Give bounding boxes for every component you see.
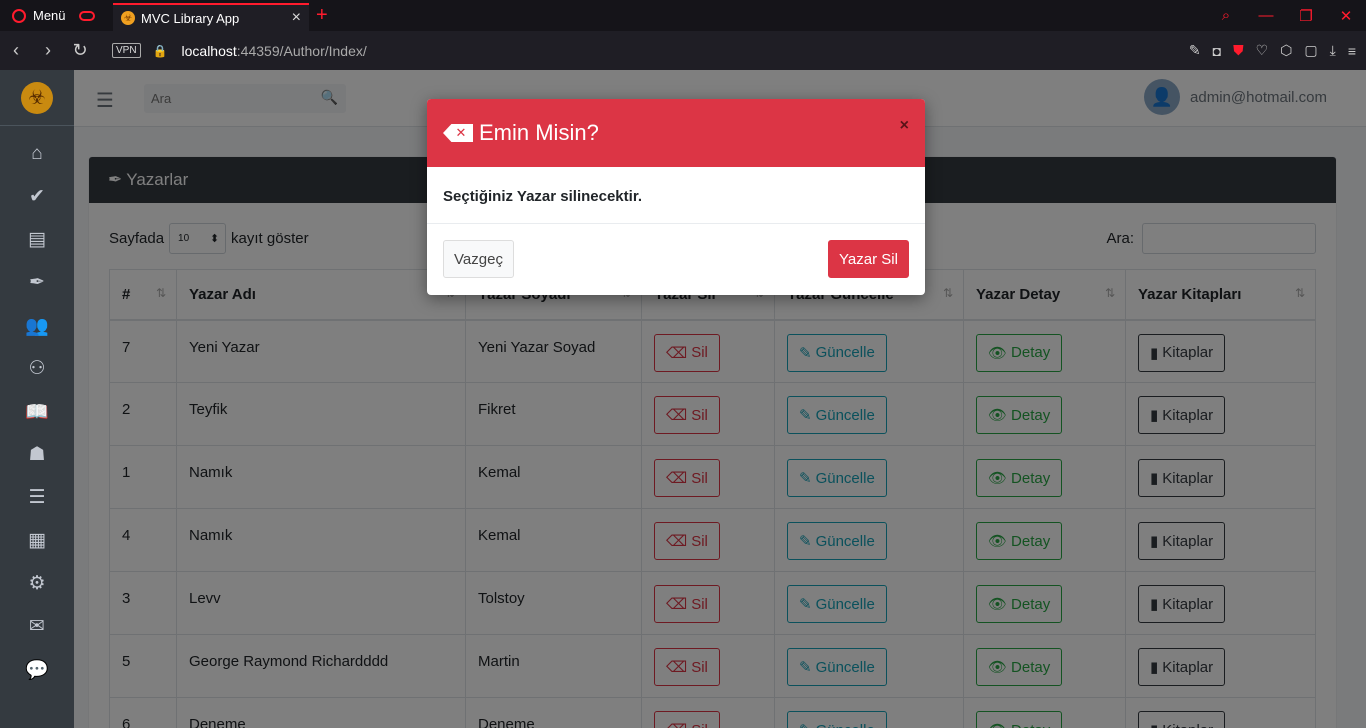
modal-footer: Vazgeç Yazar Sil xyxy=(427,224,925,295)
backspace-icon: ✕ xyxy=(443,124,473,142)
modal-header: ✕ Emin Misin? × xyxy=(427,99,925,167)
camera-icon[interactable]: ◘ xyxy=(1213,43,1221,59)
sidebar-item-books[interactable]: ▤ xyxy=(0,218,74,261)
url-field[interactable]: localhost:44359/Author/Index/ xyxy=(182,43,367,59)
browser-menu-label: Menü xyxy=(33,8,66,23)
users-icon: 👥 xyxy=(25,315,49,337)
address-bar-icons: ✎ ◘ ⛊ ♡ ⬡ ▢ ⤓ ≡ xyxy=(1189,31,1356,70)
box-icon[interactable]: ▢ xyxy=(1304,42,1317,59)
sidebar-item-lending[interactable]: ⚇ xyxy=(0,347,74,390)
browser-tab-active[interactable]: ☣ MVC Library App × xyxy=(113,3,309,31)
home-icon: ⌂ xyxy=(31,142,43,164)
comment-icon: 💬 xyxy=(25,659,49,681)
edit-icon[interactable]: ✎ xyxy=(1189,42,1201,59)
sidebar-item-users[interactable]: 👥 xyxy=(0,304,74,347)
modal-title: ✕ Emin Misin? xyxy=(443,120,599,146)
modal-title-text: Emin Misin? xyxy=(479,120,599,145)
biohazard-icon: ☣ xyxy=(21,81,53,114)
modal-close-button[interactable]: × xyxy=(900,117,909,135)
address-bar: ‹ › ↻ VPN 🔒 localhost:44359/Author/Index… xyxy=(0,31,1366,70)
download-icon[interactable]: ⤓ xyxy=(1330,42,1336,59)
browser-menu-button[interactable]: Menü xyxy=(0,0,107,31)
cube-icon[interactable]: ⬡ xyxy=(1280,42,1292,59)
sidebar-item-reading[interactable]: 📖 xyxy=(0,390,74,433)
confirm-delete-modal: ✕ Emin Misin? × Seçtiğiniz Yazar silinec… xyxy=(427,99,925,295)
search-icon[interactable]: ⌕ xyxy=(1206,7,1246,24)
minimize-icon[interactable]: — xyxy=(1246,7,1286,24)
browser-menu-icon[interactable]: ≡ xyxy=(1348,43,1356,59)
sidebar-item-list[interactable]: ☰ xyxy=(0,476,74,519)
opera-logo-icon xyxy=(12,8,26,23)
browser-tabbar: Menü ☣ MVC Library App × + ⌕ — ❐ ✕ xyxy=(0,0,1366,31)
check-double-icon: ✔ xyxy=(29,186,45,207)
new-tab-icon[interactable]: + xyxy=(316,4,328,27)
adblock-shield-icon[interactable]: ⛊ xyxy=(1233,42,1244,59)
sidebar-item-messages[interactable]: ✉ xyxy=(0,605,74,648)
sidebar-item-home[interactable]: ⌂ xyxy=(0,132,74,175)
restore-icon[interactable]: ❐ xyxy=(1286,7,1326,25)
sidebar-item-reader[interactable]: ☗ xyxy=(0,433,74,476)
reload-icon[interactable]: ↻ xyxy=(64,40,96,61)
cancel-button[interactable]: Vazgeç xyxy=(443,240,514,278)
url-host: localhost xyxy=(181,42,237,59)
people-carry-icon: ⚇ xyxy=(28,358,46,379)
envelope-icon: ✉ xyxy=(29,616,45,637)
tab-title: MVC Library App xyxy=(141,10,240,26)
building-icon: ▦ xyxy=(28,530,46,551)
pen-nib-icon: ✒ xyxy=(29,272,45,293)
heart-icon[interactable]: ♡ xyxy=(1256,42,1269,59)
url-path: :44359/Author/Index/ xyxy=(236,42,367,59)
sidebar: ☣ ⌂ ✔ ▤ ✒ 👥 ⚇ 📖 ☗ ☰ ▦ ⚙ ✉ 💬 xyxy=(0,70,74,728)
lock-icon[interactable]: 🔒 xyxy=(153,44,168,58)
modal-message: Seçtiğiniz Yazar silinecektir. xyxy=(443,188,642,205)
book-icon: ▤ xyxy=(28,229,46,250)
close-window-icon[interactable]: ✕ xyxy=(1326,7,1366,25)
book-open-icon: 📖 xyxy=(25,401,49,423)
modal-body: Seçtiğiniz Yazar silinecektir. xyxy=(427,167,925,224)
cogs-icon: ⚙ xyxy=(28,573,46,594)
sidebar-item-chat[interactable]: 💬 xyxy=(0,648,74,691)
forward-icon[interactable]: › xyxy=(32,40,64,61)
sidebar-item-check[interactable]: ✔ xyxy=(0,175,74,218)
back-icon[interactable]: ‹ xyxy=(0,40,32,61)
tab-close-icon[interactable]: × xyxy=(292,9,301,27)
gamepad-icon[interactable] xyxy=(78,10,95,21)
confirm-delete-button[interactable]: Yazar Sil xyxy=(828,240,909,278)
brand-logo[interactable]: ☣ xyxy=(0,70,74,126)
sidebar-item-settings[interactable]: ⚙ xyxy=(0,562,74,605)
biohazard-favicon-icon: ☣ xyxy=(121,11,135,25)
sidebar-item-authors[interactable]: ✒ xyxy=(0,261,74,304)
window-controls: ⌕ — ❐ ✕ xyxy=(1206,0,1366,31)
vpn-badge[interactable]: VPN xyxy=(112,43,141,58)
list-icon: ☰ xyxy=(28,487,46,508)
sidebar-item-building[interactable]: ▦ xyxy=(0,519,74,562)
reader-icon: ☗ xyxy=(28,444,46,465)
